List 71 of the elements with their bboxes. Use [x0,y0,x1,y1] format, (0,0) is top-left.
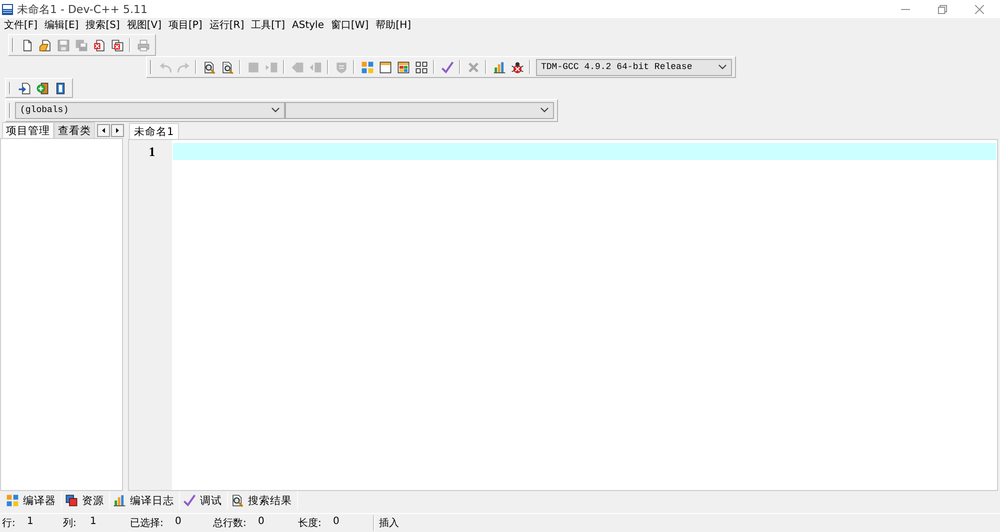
minimize-icon [901,8,910,10]
line-number: 1 [148,143,156,160]
arrow-block-icon [308,60,322,74]
status-value: 0 [333,516,340,529]
check-icon [183,494,196,507]
bar-chart-icon [492,60,506,74]
search-icon [202,60,216,74]
menu-item[interactable]: 视图[V] [126,18,162,32]
member-dropdown[interactable] [284,102,554,118]
folder-page-icon [38,38,52,52]
book-icon [54,82,66,94]
page-magnifier-icon [220,60,234,74]
printer-icon [136,38,150,52]
menu-item[interactable]: 项目[P] [168,18,202,32]
caret-icon [540,107,549,113]
status-label: 长度: [298,516,322,530]
status-value: 1 [27,516,34,529]
caret-icon [718,64,727,70]
caret-icon [270,107,280,113]
menu-item[interactable]: 运行[R] [209,18,244,32]
menu-item[interactable]: 编辑[E] [44,18,79,32]
page-arrow-icon [18,82,30,94]
menu-item[interactable]: 帮助[H] [376,18,412,32]
check-icon [440,60,454,74]
window-icon [378,60,392,74]
square-grid-icon [414,60,428,74]
compiler-dropdown[interactable]: TDM-GCC 4.9.2 64-bit Release [536,58,732,76]
menu-item[interactable]: 搜索[S] [86,18,120,32]
stacked-disks-icon [74,38,88,52]
status-value: 0 [258,516,264,529]
scroll-right-button[interactable] [111,124,124,136]
menu-item[interactable]: AStyle [292,18,324,32]
editor-tab[interactable]: 未命名1 [129,123,179,139]
restore-icon [938,4,947,14]
plus-page-icon [36,82,48,94]
menu-item[interactable]: 文件[F] [4,18,38,32]
panel-tab[interactable]: 项目管理 [2,122,54,138]
close-icon [975,4,984,14]
code-editor[interactable]: 1 [128,139,998,491]
right-triangle-icon [116,128,119,132]
arrow-bar-icon [264,60,278,74]
cross-icon [466,60,480,74]
four-squares-icon [6,494,19,507]
scope-dropdown[interactable]: (globals) [15,102,284,118]
bug-icon [510,60,524,74]
status-label: 列: [63,517,78,530]
scroll-left-button[interactable] [97,124,110,136]
bar-chart-icon [113,494,126,507]
page-cross-icon [92,38,106,52]
status-label: 行: [2,517,16,530]
blank-page-icon [20,38,34,52]
status-value: 1 [90,516,96,529]
left-triangle-icon [102,128,105,132]
status-label: 总行数: [213,516,248,530]
redo-arrow-icon [176,60,190,74]
arrow-block-icon [290,60,304,74]
edit-mode-label: 插入 [379,516,399,530]
overlapping-squares-icon [65,494,78,507]
status-value: 0 [175,516,182,529]
menu-item[interactable]: 窗口[W] [331,18,369,32]
panel-tab[interactable]: 查看类 [54,122,95,138]
status-label: 已选择: [130,516,164,530]
square-icon [246,60,260,74]
window-title: 未命名1 - Dev-C++ 5.11 [17,2,148,16]
search-icon [231,494,244,507]
four-squares-icon [360,60,374,74]
undo-arrow-icon [158,60,172,74]
shield-icon [334,60,348,74]
menu-item[interactable]: 工具[T] [251,18,286,32]
tiled-window-icon [396,60,410,74]
pages-cross-icon [110,38,124,52]
